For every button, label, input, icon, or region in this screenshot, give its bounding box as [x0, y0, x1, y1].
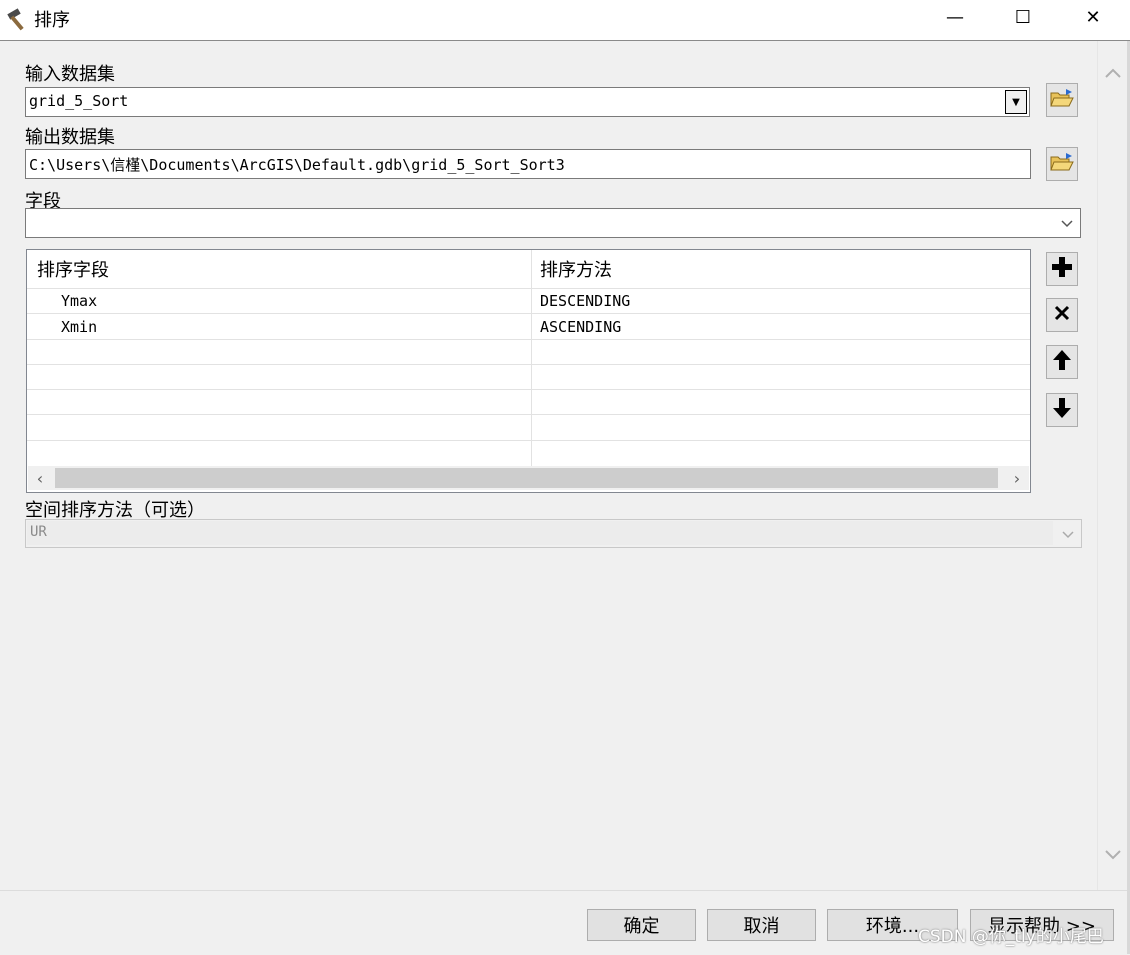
open-folder-icon	[1050, 152, 1074, 177]
sort-method-cell[interactable]: DESCENDING	[540, 292, 630, 310]
window-title: 排序	[34, 10, 70, 31]
table-row[interactable]: Xmin ASCENDING	[27, 314, 1030, 340]
table-row-empty[interactable]	[27, 364, 1030, 390]
ok-button-label: 确定	[623, 916, 660, 937]
plus-icon	[1051, 256, 1073, 283]
chevron-right-icon: ›	[1013, 468, 1021, 488]
title-bar: 排序 — ☐ ✕	[0, 0, 1130, 41]
arrow-up-icon	[1052, 349, 1072, 376]
arrow-down-icon	[1052, 397, 1072, 424]
field-dropdown[interactable]	[25, 208, 1081, 238]
scroll-left-button[interactable]: ‹	[28, 466, 52, 490]
spatial-sort-value: UR	[30, 524, 47, 540]
chevron-left-icon: ‹	[36, 468, 44, 488]
move-down-button[interactable]	[1046, 393, 1078, 427]
browse-output-button[interactable]	[1046, 147, 1078, 181]
sort-field-cell[interactable]: Xmin	[61, 318, 97, 336]
minimize-button[interactable]: —	[925, 0, 985, 34]
output-dataset-value: C:\Users\信槿\Documents\ArcGIS\Default.gdb…	[29, 156, 565, 174]
output-dataset-input[interactable]: C:\Users\信槿\Documents\ArcGIS\Default.gdb…	[25, 149, 1031, 179]
chevron-down-icon	[1061, 526, 1075, 540]
scroll-down-button[interactable]	[1098, 841, 1128, 871]
table-row-empty[interactable]	[27, 440, 1030, 465]
open-folder-icon	[1050, 88, 1074, 113]
move-up-button[interactable]	[1046, 345, 1078, 379]
close-icon: ✕	[1085, 6, 1101, 28]
cancel-button-label: 取消	[743, 916, 780, 937]
remove-field-button[interactable]	[1046, 298, 1078, 332]
sort-field-cell[interactable]: Ymax	[61, 292, 97, 310]
scrollbar-thumb[interactable]	[55, 468, 998, 488]
chevron-down-icon	[1104, 846, 1122, 866]
column-header-label: 排序字段	[37, 260, 109, 281]
close-button[interactable]: ✕	[1063, 0, 1123, 34]
table-row-empty[interactable]	[27, 339, 1030, 365]
add-field-button[interactable]	[1046, 252, 1078, 286]
spatial-sort-field	[27, 521, 1053, 545]
x-icon	[1053, 304, 1071, 327]
maximize-button[interactable]: ☐	[993, 0, 1053, 34]
hammer-icon	[6, 6, 32, 32]
input-dataset-label: 输入数据集	[25, 64, 115, 85]
horizontal-scrollbar[interactable]: ‹ ›	[28, 466, 1029, 490]
maximize-icon: ☐	[1014, 6, 1032, 28]
input-dataset-value: grid_5_Sort	[29, 92, 129, 110]
vertical-scrollbar[interactable]	[1097, 41, 1128, 890]
spatial-sort-dropdown[interactable]: UR	[25, 519, 1082, 548]
sort-fields-table: 排序字段 排序方法 Ymax DESCENDING Xmin ASCENDING…	[26, 249, 1031, 493]
column-header-label: 排序方法	[540, 260, 612, 281]
chevron-up-icon	[1104, 64, 1122, 84]
browse-input-button[interactable]	[1046, 83, 1078, 117]
column-header-sort-field[interactable]: 排序字段	[37, 250, 527, 288]
input-dataset-combo[interactable]: grid_5_Sort ▼	[25, 87, 1030, 117]
combo-dropdown-button[interactable]: ▼	[1005, 90, 1027, 114]
sort-method-cell[interactable]: ASCENDING	[540, 318, 621, 336]
table-row-empty[interactable]	[27, 389, 1030, 415]
triangle-down-icon: ▼	[1012, 96, 1020, 108]
output-dataset-label: 输出数据集	[25, 127, 115, 148]
scroll-right-button[interactable]: ›	[1005, 466, 1029, 490]
watermark-text: CSDN @你_tly的小尾巴	[918, 927, 1104, 947]
ok-button[interactable]: 确定	[587, 909, 696, 941]
table-row-empty[interactable]	[27, 415, 1030, 441]
column-header-sort-method[interactable]: 排序方法	[540, 250, 1020, 288]
environments-button-label: 环境...	[865, 916, 920, 937]
chevron-down-icon	[1060, 215, 1074, 229]
table-row[interactable]: Ymax DESCENDING	[27, 288, 1030, 314]
minimize-icon: —	[946, 6, 964, 28]
scroll-up-button[interactable]	[1098, 59, 1128, 89]
cancel-button[interactable]: 取消	[707, 909, 816, 941]
